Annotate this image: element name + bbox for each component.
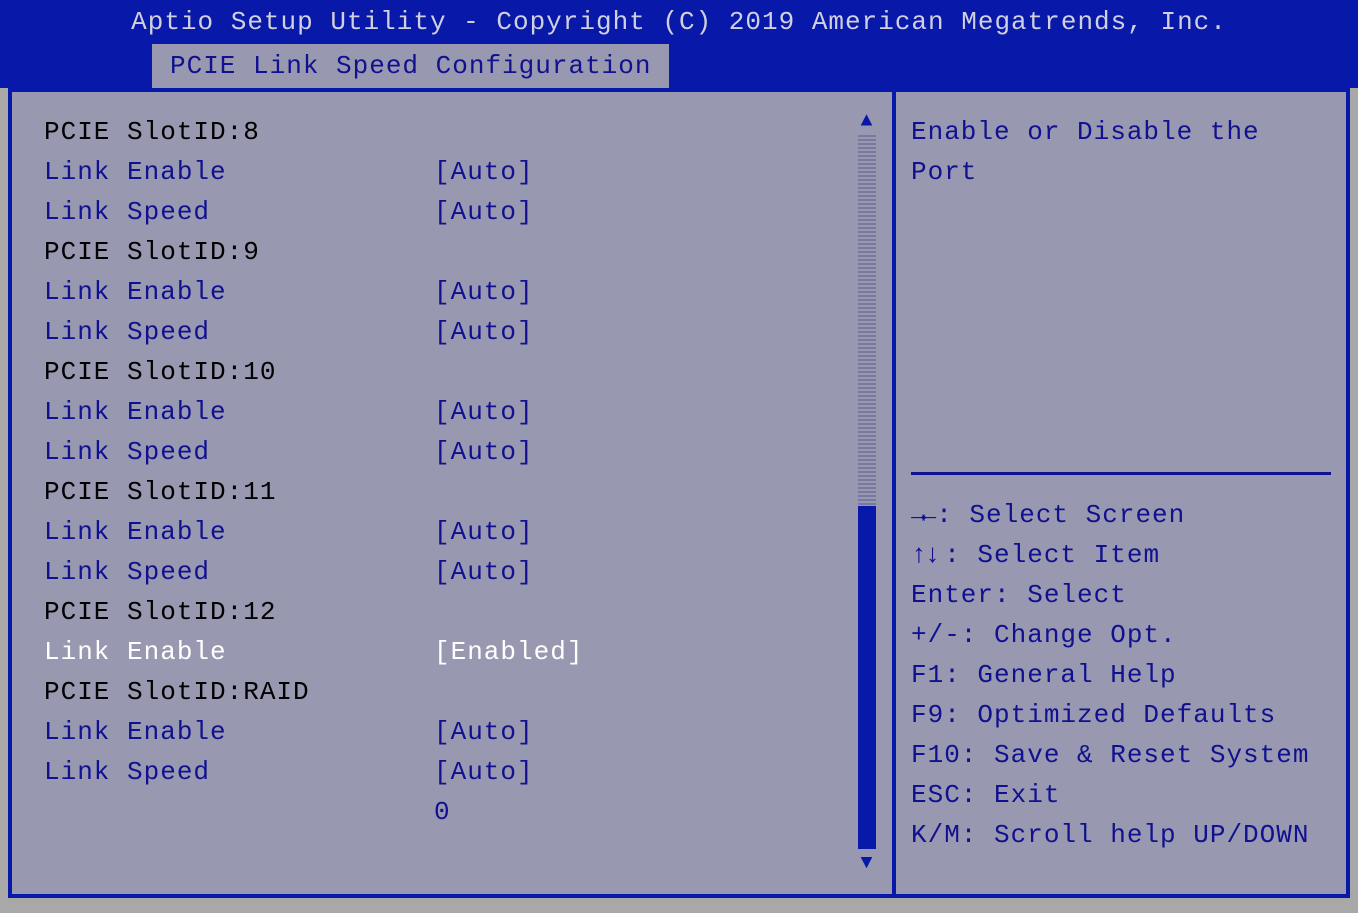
setting-row[interactable]: Link Enable[Auto] — [44, 392, 852, 432]
main-area: PCIE SlotID:8Link Enable[Auto]Link Speed… — [8, 88, 1350, 898]
setting-label: PCIE SlotID:RAID — [44, 677, 434, 707]
setting-row[interactable]: Link Enable[Auto] — [44, 272, 852, 312]
setting-row[interactable]: Link Enable[Enabled] — [44, 632, 852, 672]
legend-f1: F1: General Help — [911, 655, 1331, 695]
setting-label: Link Speed — [44, 197, 434, 227]
slot-header: PCIE SlotID:10 — [44, 352, 852, 392]
setting-row[interactable]: Link Enable[Auto] — [44, 712, 852, 752]
setting-row[interactable]: Link Speed[Auto] — [44, 312, 852, 352]
setting-row[interactable]: Link Enable[Auto] — [44, 152, 852, 192]
settings-panel: PCIE SlotID:8Link Enable[Auto]Link Speed… — [12, 92, 896, 894]
setting-label: PCIE SlotID:11 — [44, 477, 434, 507]
setting-value: [Auto] — [434, 317, 534, 347]
legend-esc: ESC: Exit — [911, 775, 1331, 815]
help-divider — [911, 472, 1331, 475]
setting-value: [Auto] — [434, 197, 534, 227]
setting-label: Link Enable — [44, 637, 434, 667]
slot-header: PCIE SlotID:8 — [44, 112, 852, 152]
legend-select-screen: : Select Screen — [911, 495, 1331, 535]
setting-row[interactable]: Link Speed[Auto] — [44, 552, 852, 592]
scroll-track[interactable] — [858, 134, 876, 849]
scroll-thumb[interactable] — [858, 506, 876, 849]
setting-value: [Auto] — [434, 277, 534, 307]
key-legend: : Select Screen : Select Item Enter: Sel… — [911, 495, 1331, 855]
setting-label: PCIE SlotID:8 — [44, 117, 434, 147]
setting-value: [Auto] — [434, 397, 534, 427]
tab-label: PCIE Link Speed Configuration — [170, 51, 651, 81]
setting-label: Link Enable — [44, 397, 434, 427]
setting-label: Link Enable — [44, 717, 434, 747]
setting-value: [Auto] — [434, 517, 534, 547]
setting-label: Link Speed — [44, 757, 434, 787]
slot-header: PCIE SlotID:11 — [44, 472, 852, 512]
slot-header: PCIE SlotID:RAID — [44, 672, 852, 712]
slot-header: PCIE SlotID:9 — [44, 232, 852, 272]
setting-value: [Auto] — [434, 157, 534, 187]
setting-label: PCIE SlotID:10 — [44, 357, 434, 387]
setting-value: 0 — [434, 797, 451, 827]
help-text: Enable or Disable the Port — [911, 112, 1331, 472]
arrows-up-down-icon — [911, 540, 944, 570]
setting-label: Link Enable — [44, 277, 434, 307]
setting-label: Link Enable — [44, 157, 434, 187]
legend-enter: Enter: Select — [911, 575, 1331, 615]
legend-select-item: : Select Item — [911, 535, 1331, 575]
title-bar: Aptio Setup Utility - Copyright (C) 2019… — [0, 0, 1358, 44]
legend-km: K/M: Scroll help UP/DOWN — [911, 815, 1331, 855]
setting-label: Link Enable — [44, 517, 434, 547]
help-line-1: Enable or Disable the — [911, 117, 1260, 147]
setting-label: Link Speed — [44, 437, 434, 467]
help-panel: Enable or Disable the Port : Select Scre… — [896, 92, 1346, 894]
setting-row[interactable]: Link Speed[Auto] — [44, 752, 852, 792]
tab-pcie-link-speed[interactable]: PCIE Link Speed Configuration — [150, 44, 671, 88]
scrollbar[interactable]: ▲ ▼ — [852, 112, 882, 874]
arrows-left-right-icon — [911, 500, 936, 530]
scroll-down-icon[interactable]: ▼ — [860, 854, 873, 874]
setting-row[interactable]: Link Speed[Auto] — [44, 192, 852, 232]
tab-bar: PCIE Link Speed Configuration — [0, 44, 1358, 88]
slot-header: PCIE SlotID:12 — [44, 592, 852, 632]
setting-label: Link Speed — [44, 557, 434, 587]
legend-f9: F9: Optimized Defaults — [911, 695, 1331, 735]
setting-value: [Auto] — [434, 557, 534, 587]
setting-value: [Enabled] — [434, 637, 583, 667]
setting-label: PCIE SlotID:12 — [44, 597, 434, 627]
setting-value: [Auto] — [434, 717, 534, 747]
title-text: Aptio Setup Utility - Copyright (C) 2019… — [131, 7, 1227, 37]
setting-row[interactable]: Link Enable[Auto] — [44, 512, 852, 552]
setting-value: [Auto] — [434, 437, 534, 467]
setting-value: [Auto] — [434, 757, 534, 787]
legend-f10: F10: Save & Reset System — [911, 735, 1331, 775]
help-line-2: Port — [911, 157, 977, 187]
setting-label: PCIE SlotID:9 — [44, 237, 434, 267]
setting-row[interactable]: Link Speed[Auto] — [44, 432, 852, 472]
settings-list: PCIE SlotID:8Link Enable[Auto]Link Speed… — [44, 112, 852, 874]
setting-label: Link Speed — [44, 317, 434, 347]
setting-row[interactable]: 0 — [44, 792, 852, 832]
scroll-up-icon[interactable]: ▲ — [860, 112, 873, 132]
legend-change-opt: +/-: Change Opt. — [911, 615, 1331, 655]
